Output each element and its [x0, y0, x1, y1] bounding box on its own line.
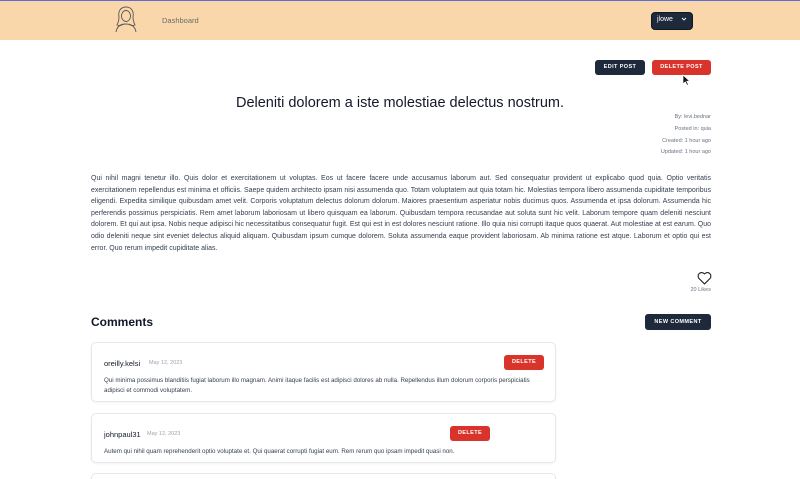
mouse-cursor-icon [682, 74, 691, 86]
comment-date: May 12, 2023 [147, 431, 181, 437]
comment-card [91, 473, 556, 479]
post-created: Created: 1 hour ago [662, 137, 711, 144]
user-menu-button[interactable]: jlowe [652, 13, 692, 29]
comment-author: johnpaul31 [104, 430, 141, 439]
delete-comment-button[interactable]: DELETE [450, 426, 490, 441]
comment-card: oreilly.kelsi May 12, 2023 DELETE Qui mi… [91, 342, 556, 402]
comment-author: oreilly.kelsi [104, 359, 141, 368]
post-updated: Updated: 1 hour ago [660, 149, 711, 156]
post-author: By: levi.bednar [674, 114, 711, 120]
delete-comment-button[interactable]: DELETE [504, 355, 544, 370]
comment-text: Qui minima possimus blanditiis fugiat la… [104, 377, 530, 394]
comment-card: johnpaul31 May 12, 2023 DELETE Autem qui… [91, 413, 556, 463]
delete-post-button[interactable]: DELETE POST [652, 60, 711, 75]
likes-count: 20 Likes [690, 287, 712, 293]
post-meta: By: levi.bednar Posted in: quia Created:… [661, 112, 711, 159]
nav-dashboard-link[interactable]: Dashboard [162, 16, 199, 25]
person-logo-icon[interactable] [113, 5, 139, 33]
post-category: Posted in: quia [674, 125, 711, 132]
user-menu-label: jlowe [657, 16, 673, 23]
edit-post-button[interactable]: EDIT POST [595, 60, 645, 75]
heart-icon[interactable] [697, 271, 712, 285]
post-body: Qui nihil magni tenetur illo. Quis dolor… [91, 175, 711, 252]
comment-text: Autem qui nihil quam reprehenderit optio… [104, 448, 455, 455]
comments-heading: Comments [91, 315, 154, 329]
chevron-down-icon [681, 17, 687, 21]
navbar: Dashboard jlowe [0, 1, 800, 40]
comment-date: May 12, 2023 [149, 360, 183, 366]
post-title: Deleniti dolorem a iste molestiae delect… [235, 95, 564, 111]
new-comment-button[interactable]: NEW COMMENT [645, 314, 711, 330]
